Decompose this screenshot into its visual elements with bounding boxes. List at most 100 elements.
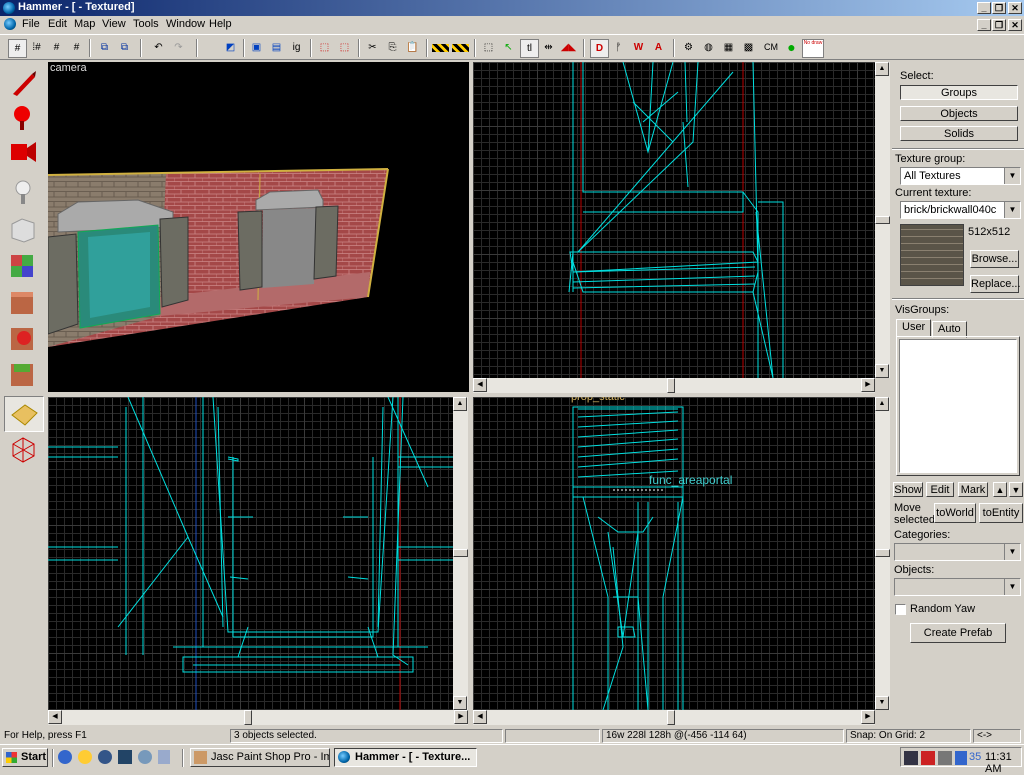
- decal-tool[interactable]: [4, 320, 42, 354]
- network-icon[interactable]: [938, 751, 952, 765]
- group-icon[interactable]: ⧉: [96, 39, 113, 56]
- entity-tool[interactable]: [4, 176, 42, 210]
- grid-toggle-icon[interactable]: #: [8, 39, 27, 58]
- hollow-icon[interactable]: ▣: [248, 39, 265, 56]
- restore-button[interactable]: ❐: [992, 2, 1006, 14]
- scroll-down-arrow-icon[interactable]: ▼: [875, 364, 889, 378]
- categories-select[interactable]: ▼: [894, 543, 1021, 561]
- objects-select[interactable]: ▼: [894, 578, 1021, 596]
- title-bar[interactable]: Hammer - [ - Textured] _ ❐ ✕: [0, 0, 1024, 16]
- menu-window[interactable]: Window: [166, 18, 205, 30]
- close-button[interactable]: ✕: [1008, 2, 1022, 14]
- camera-viewport[interactable]: camera: [48, 62, 469, 392]
- steam-icon[interactable]: [904, 751, 918, 765]
- center-views-icon[interactable]: ↖: [500, 39, 517, 56]
- menu-view[interactable]: View: [102, 18, 126, 30]
- mdi-close-button[interactable]: ✕: [1008, 19, 1022, 31]
- am-icon[interactable]: [921, 751, 935, 765]
- paste-icon[interactable]: 📋: [404, 39, 421, 56]
- scroll-right-arrow-icon[interactable]: ▶: [861, 378, 875, 392]
- front-viewport-hscroll[interactable]: ◀ ▶: [48, 710, 468, 725]
- scroll-thumb[interactable]: [667, 710, 675, 725]
- mark-button[interactable]: Mark: [958, 482, 988, 497]
- entity-report-icon[interactable]: ⚙: [680, 39, 697, 56]
- show-hidden-icon[interactable]: [452, 44, 469, 52]
- func-toggle-icon[interactable]: ᚡ: [610, 39, 627, 56]
- task-hammer[interactable]: Hammer - [ - Texture...: [334, 748, 477, 767]
- ungroup-icon[interactable]: ⧉: [116, 39, 133, 56]
- menu-edit[interactable]: Edit: [48, 18, 67, 30]
- top-viewport[interactable]: [473, 62, 875, 378]
- volume-icon[interactable]: [955, 751, 967, 765]
- front-viewport-vscroll[interactable]: ▲ ▼: [453, 397, 468, 710]
- flip-icon[interactable]: ◢◣: [560, 39, 577, 56]
- scroll-left-arrow-icon[interactable]: ◀: [473, 710, 487, 724]
- texture-lock-icon[interactable]: ▤: [268, 39, 285, 56]
- random-yaw-checkbox[interactable]: [895, 604, 906, 615]
- hammer-app-icon[interactable]: [3, 2, 15, 14]
- select-full-icon[interactable]: ⬚: [336, 39, 353, 56]
- menu-help[interactable]: Help: [209, 18, 232, 30]
- disc-icon[interactable]: [138, 750, 152, 764]
- replace-button[interactable]: Replace...: [970, 275, 1021, 293]
- undo-icon[interactable]: ↶: [150, 39, 167, 56]
- hide-items-icon[interactable]: [432, 44, 449, 52]
- launcher-icon[interactable]: [118, 750, 132, 764]
- scroll-up-arrow-icon[interactable]: ▲: [875, 62, 889, 76]
- side-viewport[interactable]: prop_static func_areaportal: [473, 397, 875, 710]
- media-icon[interactable]: [78, 750, 92, 764]
- scroll-right-arrow-icon[interactable]: ▶: [454, 710, 468, 724]
- world-toggle-icon[interactable]: W: [630, 39, 647, 56]
- ignore-groups-icon[interactable]: ig: [288, 39, 305, 56]
- visgroups-list[interactable]: [899, 339, 1017, 473]
- to-entity-button[interactable]: toEntity: [979, 503, 1023, 523]
- selection-tool[interactable]: [4, 66, 42, 100]
- notepad-icon[interactable]: [158, 750, 170, 764]
- edit-button[interactable]: Edit: [926, 482, 954, 497]
- nodraw-button[interactable]: No draw: [802, 39, 824, 58]
- carve-icon[interactable]: ◩: [222, 39, 239, 56]
- grid-smaller-icon[interactable]: #: [48, 39, 65, 56]
- create-prefab-button[interactable]: Create Prefab: [910, 623, 1006, 643]
- apply-texture-tool[interactable]: [4, 284, 42, 318]
- scroll-thumb[interactable]: [244, 710, 252, 725]
- clock[interactable]: 11:31 AM: [985, 751, 1021, 775]
- block-tool[interactable]: [4, 212, 42, 246]
- scroll-left-arrow-icon[interactable]: ◀: [473, 378, 487, 392]
- scroll-down-arrow-icon[interactable]: ▼: [453, 696, 467, 710]
- select-objects-button[interactable]: Objects: [900, 106, 1018, 121]
- top-viewport-hscroll[interactable]: ◀ ▶: [473, 378, 875, 393]
- browse-button[interactable]: Browse...: [970, 250, 1019, 268]
- front-viewport[interactable]: [48, 397, 453, 710]
- copy-icon[interactable]: ⎘: [384, 39, 401, 56]
- selection-box-icon[interactable]: ⬚: [480, 39, 497, 56]
- scroll-up-arrow-icon[interactable]: ▲: [453, 397, 467, 411]
- grid-dots-icon[interactable]: ⁞#: [28, 39, 45, 56]
- scroll-down-arrow-icon[interactable]: ▼: [875, 696, 889, 710]
- textures-icon[interactable]: ▦: [720, 39, 737, 56]
- dropdown-arrow-icon[interactable]: ▼: [1004, 579, 1020, 595]
- scroll-thumb[interactable]: [875, 216, 890, 224]
- select-by-handles-icon[interactable]: ⬚: [316, 39, 333, 56]
- texture-group-select[interactable]: All Textures ▼: [900, 167, 1021, 185]
- scroll-thumb[interactable]: [875, 549, 890, 557]
- dropdown-arrow-icon[interactable]: ▼: [1004, 202, 1020, 218]
- dropdown-arrow-icon[interactable]: ▼: [1004, 544, 1020, 560]
- side-viewport-vscroll[interactable]: ▲ ▼: [875, 397, 890, 710]
- ie-icon[interactable]: [58, 750, 72, 764]
- leaf-icon[interactable]: ●: [783, 39, 800, 56]
- vertex-tool[interactable]: [4, 432, 42, 466]
- mdi-restore-button[interactable]: ❐: [992, 19, 1006, 31]
- select-solids-button[interactable]: Solids: [900, 126, 1018, 141]
- to-world-button[interactable]: toWorld: [934, 503, 976, 523]
- top-viewport-vscroll[interactable]: ▲ ▼: [875, 62, 890, 378]
- cordon-button[interactable]: CM: [760, 39, 782, 56]
- cut-icon[interactable]: ✂: [364, 39, 381, 56]
- current-texture-select[interactable]: brick/brickwall040c ▼: [900, 201, 1021, 219]
- grid-larger-icon[interactable]: #: [68, 39, 85, 56]
- camera-tool[interactable]: [4, 134, 42, 168]
- minimize-button[interactable]: _: [977, 2, 991, 14]
- menu-tools[interactable]: Tools: [133, 18, 159, 30]
- task-paint-shop-pro[interactable]: Jasc Paint Shop Pro - Im...: [190, 748, 330, 767]
- aux-toggle-icon[interactable]: A: [650, 39, 667, 56]
